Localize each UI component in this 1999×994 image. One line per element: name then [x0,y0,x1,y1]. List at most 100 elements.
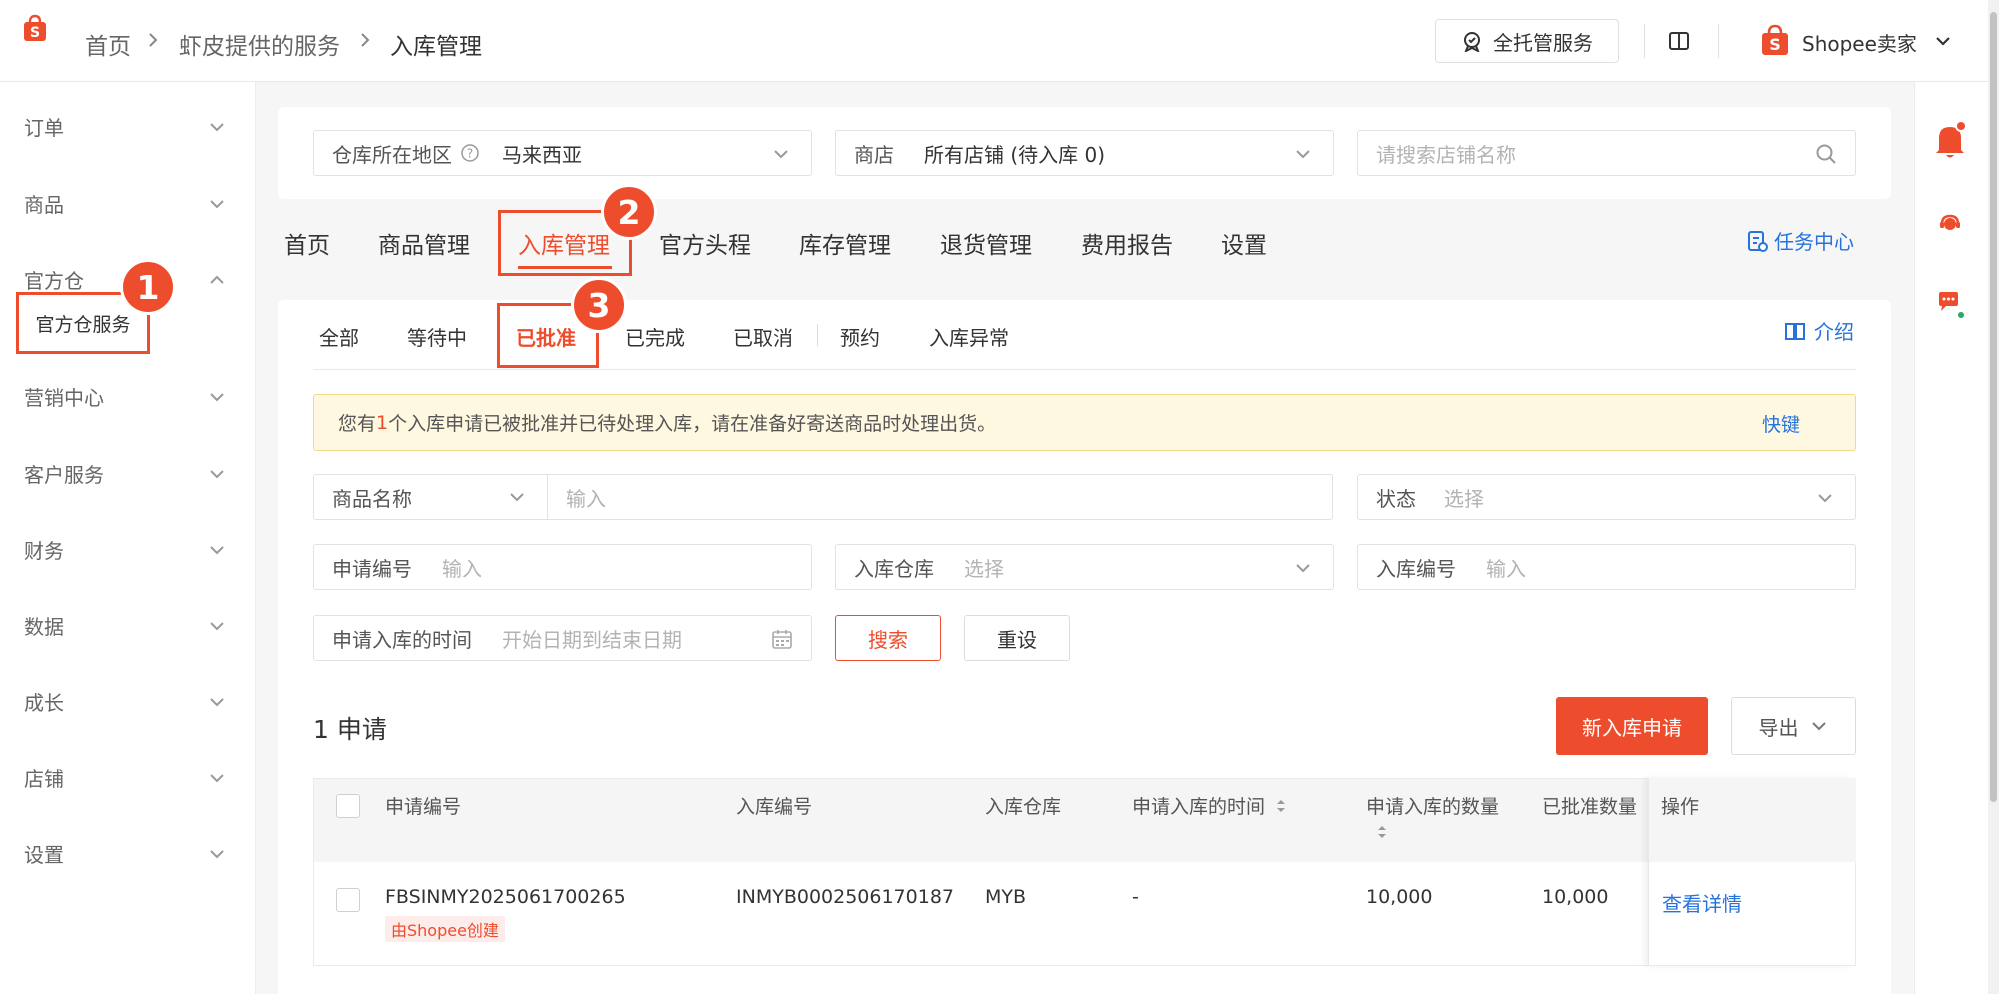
subtab-cancelled[interactable]: 已取消 [733,322,793,351]
row-checkbox[interactable] [336,888,360,912]
column-header-approved-qty: 已批准数量 [1542,796,1638,818]
tab-inventory-management[interactable]: 库存管理 [799,226,891,260]
sidebar-item-label: 财务 [24,539,64,563]
warehouse-select[interactable]: 入库仓库 选择 [835,544,1334,590]
intro-link[interactable]: 介绍 [1784,316,1854,345]
chevron-down-icon [210,470,224,479]
export-label: 导出 [1758,715,1799,740]
notice-prefix: 您有 [338,413,377,435]
tab-fee-report[interactable]: 费用报告 [1081,226,1173,260]
book-icon[interactable] [1668,30,1690,52]
column-header-warehouse: 入库仓库 [985,796,1062,818]
table-row [313,862,1856,966]
service-badge-icon [1461,30,1483,52]
column-header-time-label: 申请入库的时间 [1132,796,1266,818]
chevron-down-icon [1811,722,1826,731]
sort-icon[interactable] [1275,797,1287,815]
sort-icon[interactable] [1376,823,1388,841]
chevron-down-icon [1296,564,1310,573]
column-header-time[interactable]: 申请入库的时间 [1132,792,1287,819]
divider [817,324,818,346]
region-select[interactable]: 仓库所在地区 ? 马来西亚 [313,130,812,176]
cell-warehouse: MYB [985,886,1027,908]
tab-product-management[interactable]: 商品管理 [378,226,470,260]
task-center-link[interactable]: 任务中心 [1746,226,1854,255]
product-name-label: 商品名称 [332,486,412,511]
date-label: 申请入库的时间 [332,627,472,652]
shop-search-input[interactable]: 请搜索店铺名称 [1357,130,1856,176]
chevron-down-icon [1296,150,1310,159]
column-header-request-no: 申请编号 [385,796,462,818]
breadcrumb-home[interactable]: 首页 [85,27,131,61]
chevron-down-icon [774,150,788,159]
breadcrumb-separator-icon [354,28,376,52]
status-select[interactable]: 状态 选择 [1357,474,1856,520]
cell-request-no: FBSINMY2025061700265 [385,886,626,908]
task-center-label: 任务中心 [1774,230,1854,254]
subtab-all[interactable]: 全部 [319,322,359,351]
divider [1718,24,1719,58]
subtab-inbound-exception[interactable]: 入库异常 [929,322,1009,351]
tab-official-first-mile[interactable]: 官方头程 [659,226,751,260]
task-list-icon [1748,230,1768,252]
divider [1644,24,1645,58]
product-name-type-select[interactable]: 商品名称 [314,475,548,519]
subtab-appointment[interactable]: 预约 [840,322,880,351]
column-header-inbound-no: 入库编号 [736,796,813,818]
sidebar-item-growth[interactable]: 成长 [0,665,256,735]
status-placeholder: 选择 [1444,486,1484,511]
sidebar-item-label: 数据 [24,615,64,639]
new-inbound-request-button[interactable]: 新入库申请 [1556,697,1708,755]
sidebar-item-label: 设置 [24,843,64,867]
date-range-picker[interactable]: 申请入库的时间 开始日期到结束日期 [313,615,812,661]
tab-settings[interactable]: 设置 [1221,226,1267,260]
chevron-down-icon [210,622,224,631]
tab-returns-management[interactable]: 退货管理 [940,226,1032,260]
sidebar-item-marketing[interactable]: 营销中心 [0,360,256,430]
full-service-button[interactable]: 全托管服务 [1435,19,1619,63]
subtab-waiting[interactable]: 等待中 [407,322,467,351]
request-no-input[interactable]: 申请编号 输入 [313,544,812,590]
product-name-input[interactable]: 输入 [566,483,606,512]
shortcut-link[interactable]: 快键 [1762,410,1800,437]
reset-button[interactable]: 重设 [964,615,1070,661]
subtab-completed[interactable]: 已完成 [625,322,685,351]
sidebar-item-shop[interactable]: 店铺 [0,741,256,811]
chevron-down-icon [210,774,224,783]
subtab-divider-line [313,369,1856,370]
search-button[interactable]: 搜索 [835,615,941,661]
shop-select[interactable]: 商店 所有店铺 (待入库 0) [835,130,1334,176]
cell-approved-qty: 10,000 [1542,886,1609,908]
help-icon[interactable]: ? [460,143,480,163]
sidebar-item-finance[interactable]: 财务 [0,513,256,583]
sidebar-item-label: 商品 [24,193,64,217]
column-header-requested-qty[interactable]: 申请入库的数量 [1366,792,1499,841]
chat-icon[interactable] [1936,290,1966,320]
notification-bell-icon[interactable] [1933,120,1967,160]
sidebar-item-data[interactable]: 数据 [0,589,256,659]
chevron-down-icon[interactable] [1932,30,1954,52]
sidebar-item-orders[interactable]: 订单 [0,90,256,160]
export-button[interactable]: 导出 [1731,697,1856,755]
tab-home[interactable]: 首页 [284,226,330,260]
shop-search-placeholder: 请搜索店铺名称 [1376,142,1516,167]
inbound-no-input[interactable]: 入库编号 输入 [1357,544,1856,590]
request-no-placeholder: 输入 [442,556,482,581]
shopee-logo-icon[interactable]: S [22,14,48,42]
chevron-down-icon [1818,494,1832,503]
select-all-checkbox[interactable] [336,794,360,818]
sidebar-item-settings[interactable]: 设置 [0,817,256,887]
shop-value: 所有店铺 (待入库 0) [924,142,1106,167]
chevron-down-icon [210,546,224,555]
breadcrumb-services[interactable]: 虾皮提供的服务 [179,27,340,61]
sidebar-item-customer-service[interactable]: 客户服务 [0,437,256,507]
account-name[interactable]: Shopee卖家 [1802,28,1917,57]
search-icon[interactable] [1815,143,1837,165]
sidebar-item-products[interactable]: 商品 [0,167,256,237]
chevron-down-icon [210,698,224,707]
customer-support-icon[interactable] [1938,212,1962,236]
annotation-badge-1: 1 [120,259,176,315]
scrollbar-thumb[interactable] [1990,12,1997,802]
calendar-icon [772,630,792,649]
view-details-link[interactable]: 查看详情 [1662,888,1742,917]
